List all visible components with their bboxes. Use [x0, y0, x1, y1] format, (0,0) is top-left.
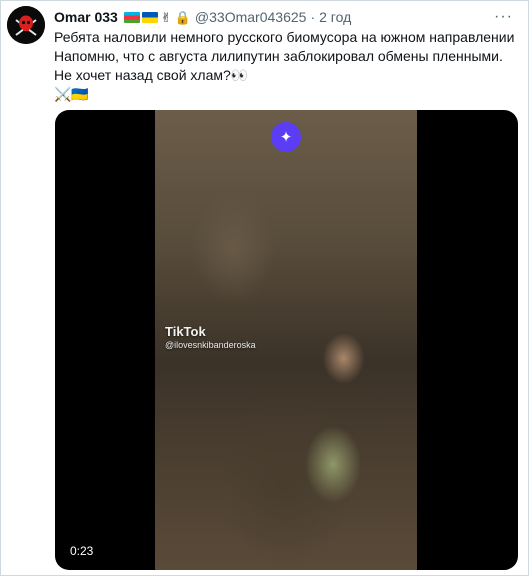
tweet-line-1: Ребята наловили немного русского биомусо…: [54, 29, 515, 45]
tiktok-watermark: TikTok: [165, 324, 206, 339]
more-horizontal-icon[interactable]: ···: [494, 8, 513, 26]
author-name[interactable]: Omar 033: [54, 9, 118, 25]
tiktok-username: @ilovesnkibanderoska: [165, 340, 256, 350]
video-player[interactable]: ✦ TikTok @ilovesnkibanderoska 0:23: [55, 110, 518, 570]
author-handle[interactable]: @33Omar043625: [195, 9, 307, 25]
victory-hand-icon: ✌: [160, 9, 172, 25]
tweet-text: Ребята наловили немного русского биомусо…: [54, 28, 519, 104]
lock-icon: 🔒: [174, 9, 191, 25]
ukraine-flag-icon: [141, 11, 158, 23]
sparkle-icon[interactable]: ✦: [271, 122, 301, 152]
timestamp[interactable]: 2 год: [319, 9, 351, 25]
skull-crossbones-icon: [7, 6, 45, 44]
video-duration: 0:23: [65, 542, 99, 560]
azerbaijan-flag-icon: [123, 11, 140, 23]
tweet-emoji-line: ⚔️🇺🇦: [54, 86, 89, 102]
tweet-line-2: Напомню, что с августа лилипутин заблоки…: [54, 48, 503, 83]
dot-separator: ·: [310, 9, 316, 25]
avatar[interactable]: [7, 6, 45, 44]
tweet-header: Omar 033 ✌ 🔒 @33Omar043625 · 2 год: [54, 7, 351, 27]
